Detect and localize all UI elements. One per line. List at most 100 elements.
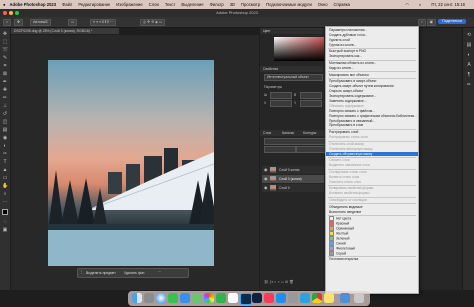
layer-name[interactable]: Слой 0 <box>279 186 290 190</box>
minimize-window-button[interactable] <box>9 11 13 15</box>
move-tool-icon[interactable]: ✥ <box>2 31 8 37</box>
history-panel-icon[interactable]: ⟲ <box>466 32 472 38</box>
telegram-icon[interactable] <box>300 293 310 303</box>
quick-mask-icon[interactable]: ◌ <box>2 219 8 225</box>
character-panel-icon[interactable]: A <box>466 62 472 68</box>
context-menu-item[interactable]: Группа из слоев... <box>326 43 418 48</box>
brush-settings-icon[interactable]: ✏ <box>466 82 472 88</box>
zoom-tool-icon[interactable]: ⌕ <box>2 191 8 197</box>
context-menu-item[interactable]: Почтовая открытка <box>326 257 418 262</box>
move-tool-icon[interactable]: ✥ <box>14 19 24 26</box>
share-button[interactable]: Поделиться <box>438 19 466 24</box>
width-field[interactable] <box>270 92 292 99</box>
context-menu-item[interactable]: Экспортировать как... <box>326 54 418 59</box>
layers-footer-icons[interactable]: ⛓ ƒx ◐ ◑ ▭ ⊞ 🗑 <box>264 280 294 284</box>
app-menu[interactable]: Adobe Photoshop 2023 <box>10 2 57 7</box>
eraser-tool-icon[interactable]: ◫ <box>2 119 8 125</box>
context-menu-item[interactable]: Создать обтравочную маску <box>326 151 418 157</box>
menu-file[interactable]: Файл <box>62 2 72 7</box>
tab-color[interactable]: Цвет <box>260 28 323 34</box>
menu-3d[interactable]: 3D <box>230 2 235 7</box>
x-field[interactable] <box>270 100 292 107</box>
dodge-tool-icon[interactable]: ◐ <box>2 143 8 149</box>
context-menu-item[interactable]: Выполнить сведение <box>326 210 418 215</box>
safari-icon[interactable] <box>156 293 166 303</box>
opacity-field[interactable] <box>296 146 326 153</box>
context-menu-item[interactable]: Кадр из слоев... <box>326 66 418 71</box>
zoom-window-button[interactable] <box>15 11 19 15</box>
layer-name[interactable]: Слой 0 копия <box>279 168 299 172</box>
app-store-icon[interactable] <box>276 293 286 303</box>
layer-name[interactable]: Слой 0 (копия) <box>279 177 302 181</box>
mail-icon[interactable] <box>180 293 190 303</box>
crop-tool-icon[interactable]: ⌗ <box>2 63 8 69</box>
chrome-icon[interactable] <box>312 293 322 303</box>
marquee-tool-icon[interactable]: ⬚ <box>2 39 8 45</box>
photos-icon[interactable] <box>204 293 214 303</box>
screen-mode-icon[interactable]: ▣ <box>2 227 8 233</box>
3d-mode-icons[interactable]: ◎ ✣ ⟲ ◈ ▭ <box>140 19 166 26</box>
eye-icon[interactable]: ◉ <box>264 185 268 190</box>
eyedropper-tool-icon[interactable]: ✒ <box>2 79 8 85</box>
layer-filter-field[interactable] <box>264 138 326 145</box>
trash-icon[interactable] <box>354 293 364 303</box>
eye-icon[interactable]: ◉ <box>264 167 268 172</box>
maps-icon[interactable] <box>192 293 202 303</box>
task-bar-grip-icon[interactable]: ⋮ <box>80 270 83 274</box>
paragraph-panel-icon[interactable]: ¶ <box>466 72 472 78</box>
lightroom-icon[interactable] <box>252 293 262 303</box>
brush-tool-icon[interactable]: ✏ <box>2 95 8 101</box>
menu-image[interactable]: Изображение <box>116 2 142 7</box>
height-field[interactable] <box>300 92 322 99</box>
tab-contours[interactable]: Контуры <box>300 130 327 136</box>
history-brush-icon[interactable]: ↺ <box>2 111 8 117</box>
settings-icon[interactable] <box>288 293 298 303</box>
tab-properties[interactable]: Свойства <box>260 66 323 72</box>
type-tool-icon[interactable]: T <box>2 159 8 165</box>
finder-icon[interactable] <box>132 293 142 303</box>
calendar-icon[interactable] <box>228 293 238 303</box>
lasso-tool-icon[interactable]: ➰ <box>2 47 8 53</box>
task-bar-more-icon[interactable]: ··· <box>158 270 161 274</box>
context-menu-item[interactable]: Серый <box>326 250 418 256</box>
menu-layers[interactable]: Слои <box>149 2 159 7</box>
tab-layers[interactable]: Слои <box>260 130 281 136</box>
align-icons[interactable]: ≡ ≡ ≡ ⫴ ⫴ ⫴ ··· <box>90 19 117 26</box>
menu-type[interactable]: Текст <box>165 2 176 7</box>
downloads-icon[interactable] <box>340 293 350 303</box>
blur-tool-icon[interactable]: ◉ <box>2 135 8 141</box>
canvas-photo[interactable] <box>48 60 214 266</box>
layer-row[interactable]: ◉ Слой 0 (копия) <box>262 175 324 183</box>
healing-tool-icon[interactable]: ✚ <box>2 87 8 93</box>
adjustments-panel-icon[interactable]: ◐ <box>466 52 472 58</box>
music-icon[interactable] <box>264 293 274 303</box>
libraries-panel-icon[interactable]: ▤ <box>466 42 472 48</box>
notes-icon[interactable] <box>324 293 334 303</box>
tab-channels[interactable]: Каналы <box>279 130 302 136</box>
apple-icon[interactable]: ● <box>3 2 6 7</box>
menu-window[interactable]: Окно <box>318 2 328 7</box>
menu-clock[interactable]: Пт, 22 сент. 15:16 <box>431 2 465 7</box>
context-menu-item[interactable]: Преобразовать в слои <box>326 123 418 128</box>
quick-select-tool-icon[interactable]: ✎ <box>2 55 8 61</box>
pen-tool-icon[interactable]: ✑ <box>2 151 8 157</box>
messages-icon[interactable] <box>168 293 178 303</box>
y-field[interactable] <box>300 100 322 107</box>
transform-controls-icon[interactable]: ▭ <box>68 19 78 26</box>
menu-edit[interactable]: Редактирование <box>78 2 110 7</box>
launchpad-icon[interactable] <box>144 293 154 303</box>
workspace-icon[interactable]: ▣ <box>426 19 436 26</box>
stamp-tool-icon[interactable]: ⊥ <box>2 103 8 109</box>
menu-select[interactable]: Выделение <box>181 2 203 7</box>
search-icon[interactable]: ⌕ <box>419 2 421 7</box>
shape-tool-icon[interactable]: ▭ <box>2 175 8 181</box>
home-icon[interactable]: ⌂ <box>3 19 12 26</box>
context-menu-item[interactable]: Маскировать все объекты <box>326 73 418 78</box>
path-select-tool-icon[interactable]: ▲ <box>2 167 8 173</box>
layer-row[interactable]: ◉ Слой 0 копия <box>262 166 324 174</box>
menu-help[interactable]: Справка <box>334 2 350 7</box>
select-subject-button[interactable]: Выделить предмет <box>86 271 116 275</box>
photoshop-icon[interactable] <box>240 293 252 305</box>
menu-view[interactable]: Просмотр <box>241 2 260 7</box>
layer-row[interactable]: ◉ Слой 0 <box>262 184 324 192</box>
